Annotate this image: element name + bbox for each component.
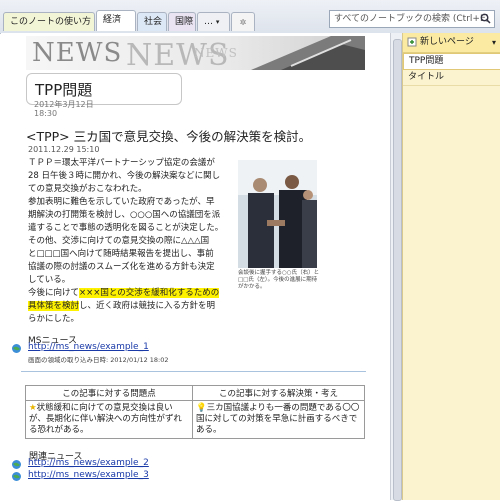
search-input[interactable]: すべてのノートブックの検索 (Ctrl+E)	[329, 10, 495, 28]
tab-usage[interactable]: このノートの使い方	[3, 12, 95, 31]
web-link-icon	[12, 344, 21, 353]
highlighted-text: ×××国との交渉を緩和化するための	[79, 288, 220, 298]
web-link-icon	[12, 472, 21, 481]
page-list-panel: 新しいページ ▾ TPP問題 タイトル	[402, 33, 500, 500]
body-line: 協議の際の討議のスムーズ化を進める方針も決定	[28, 262, 215, 272]
page-title[interactable]: TPP問題	[35, 79, 92, 100]
body-line: と□□□国へ向けて随時結果報告を提出し、事前	[28, 249, 214, 259]
clip-date: 画面の領域の取り込み日時: 2012/01/12 18:02	[28, 356, 169, 364]
page-time: 18:30	[34, 109, 58, 118]
tab-society[interactable]: 社会	[137, 12, 167, 31]
body-line: ＴＰＰ＝環太平洋パートナーシップ協定の会議が	[28, 158, 215, 168]
scrollbar-thumb[interactable]	[393, 39, 402, 501]
new-page-button[interactable]: 新しいページ ▾	[403, 33, 500, 53]
article-date: 2011.12.29 15:10	[28, 145, 100, 154]
tab-international[interactable]: 国際	[168, 12, 196, 31]
chevron-down-icon[interactable]: ▾	[492, 33, 496, 52]
body-line-highlighted: 具体策を検討し、近く政府は競技に入る方針を明	[28, 301, 216, 311]
table-cell: 💡三カ国協議よりも一番の問題である〇〇国に対しての対策を早急に計画するべきである…	[192, 400, 365, 439]
star-icon: ★	[29, 403, 37, 413]
body-line: 28 日午後３時に開かれ、今後の解決案などに関し	[28, 171, 221, 181]
new-page-icon	[407, 37, 417, 47]
new-section-tab[interactable]: ✲	[231, 12, 255, 31]
source-link[interactable]: http://ms_news/example_1	[28, 342, 149, 352]
banner-word: NEWS	[32, 38, 123, 68]
highlighted-text: 具体策を検討	[28, 301, 80, 311]
table-cell: ★状態緩和に向けての意見交換は良いが、長期化に伴い解決への方向性がずれる恐れがあ…	[25, 400, 193, 439]
body-line: ての意見交換がおこなわれた。	[28, 184, 147, 194]
web-link-icon	[12, 460, 21, 469]
notebook-tab-bar: このノートの使い方 経済 社会 国際 … ▾ ✲ すべてのノートブックの検索 (…	[0, 0, 500, 34]
pen-illustration-icon	[251, 36, 365, 70]
page-item-title[interactable]: タイトル	[403, 70, 500, 86]
tab-economy[interactable]: 経済	[96, 10, 136, 31]
body-line: 期解決の打開策を検討し、○○○国への協議団を派	[28, 210, 221, 220]
body-line: らかにした。	[28, 314, 80, 324]
tab-more[interactable]: … ▾	[197, 12, 230, 31]
search-icon[interactable]	[480, 13, 491, 24]
table-header: この記事に対する問題点	[25, 385, 193, 401]
related-link[interactable]: http://ms_news/example_2	[28, 458, 149, 468]
body-line: 参加表明に難色を示していた政府であったが、早	[28, 197, 215, 207]
page-item-tpp[interactable]: TPP問題	[403, 53, 500, 70]
lightbulb-icon: 💡	[196, 403, 207, 413]
table-header: この記事に対する解決策・考え	[192, 385, 365, 401]
news-banner-image: NEWS NEWS NEWS	[26, 36, 365, 70]
chevron-down-icon: ▾	[215, 18, 220, 26]
issue-table: この記事に対する問題点 この記事に対する解決策・考え ★状態緩和に向けての意見交…	[25, 385, 365, 439]
article-body: ＴＰＰ＝環太平洋パートナーシップ協定の会議が 28 日午後３時に開かれ、今後の解…	[28, 157, 233, 326]
new-section-icon: ✲	[239, 18, 247, 27]
photo-caption: 会談後に握手する○○氏（右）と□□氏（左）。今後の進展に期待がかかる。	[238, 270, 320, 290]
body-line: している。	[28, 275, 71, 285]
body-line-highlighted: 今後に向けて×××国との交渉を緩和化するための	[28, 288, 220, 298]
body-line: 遣することで事態の透明化を図ることが決定した。	[28, 223, 224, 233]
handshake-photo	[238, 160, 317, 268]
divider	[21, 371, 366, 372]
article-headline: <TPP> 三カ国で意見交換、今後の解決策を検討。	[26, 129, 312, 144]
body-line: その他、交渉に向けての意見交換の際に△△△国	[28, 236, 210, 246]
related-link[interactable]: http://ms_news/example_3	[28, 470, 149, 480]
note-page[interactable]: NEWS NEWS NEWS TPP問題 2012年3月12日 18:30 <T…	[1, 33, 391, 500]
